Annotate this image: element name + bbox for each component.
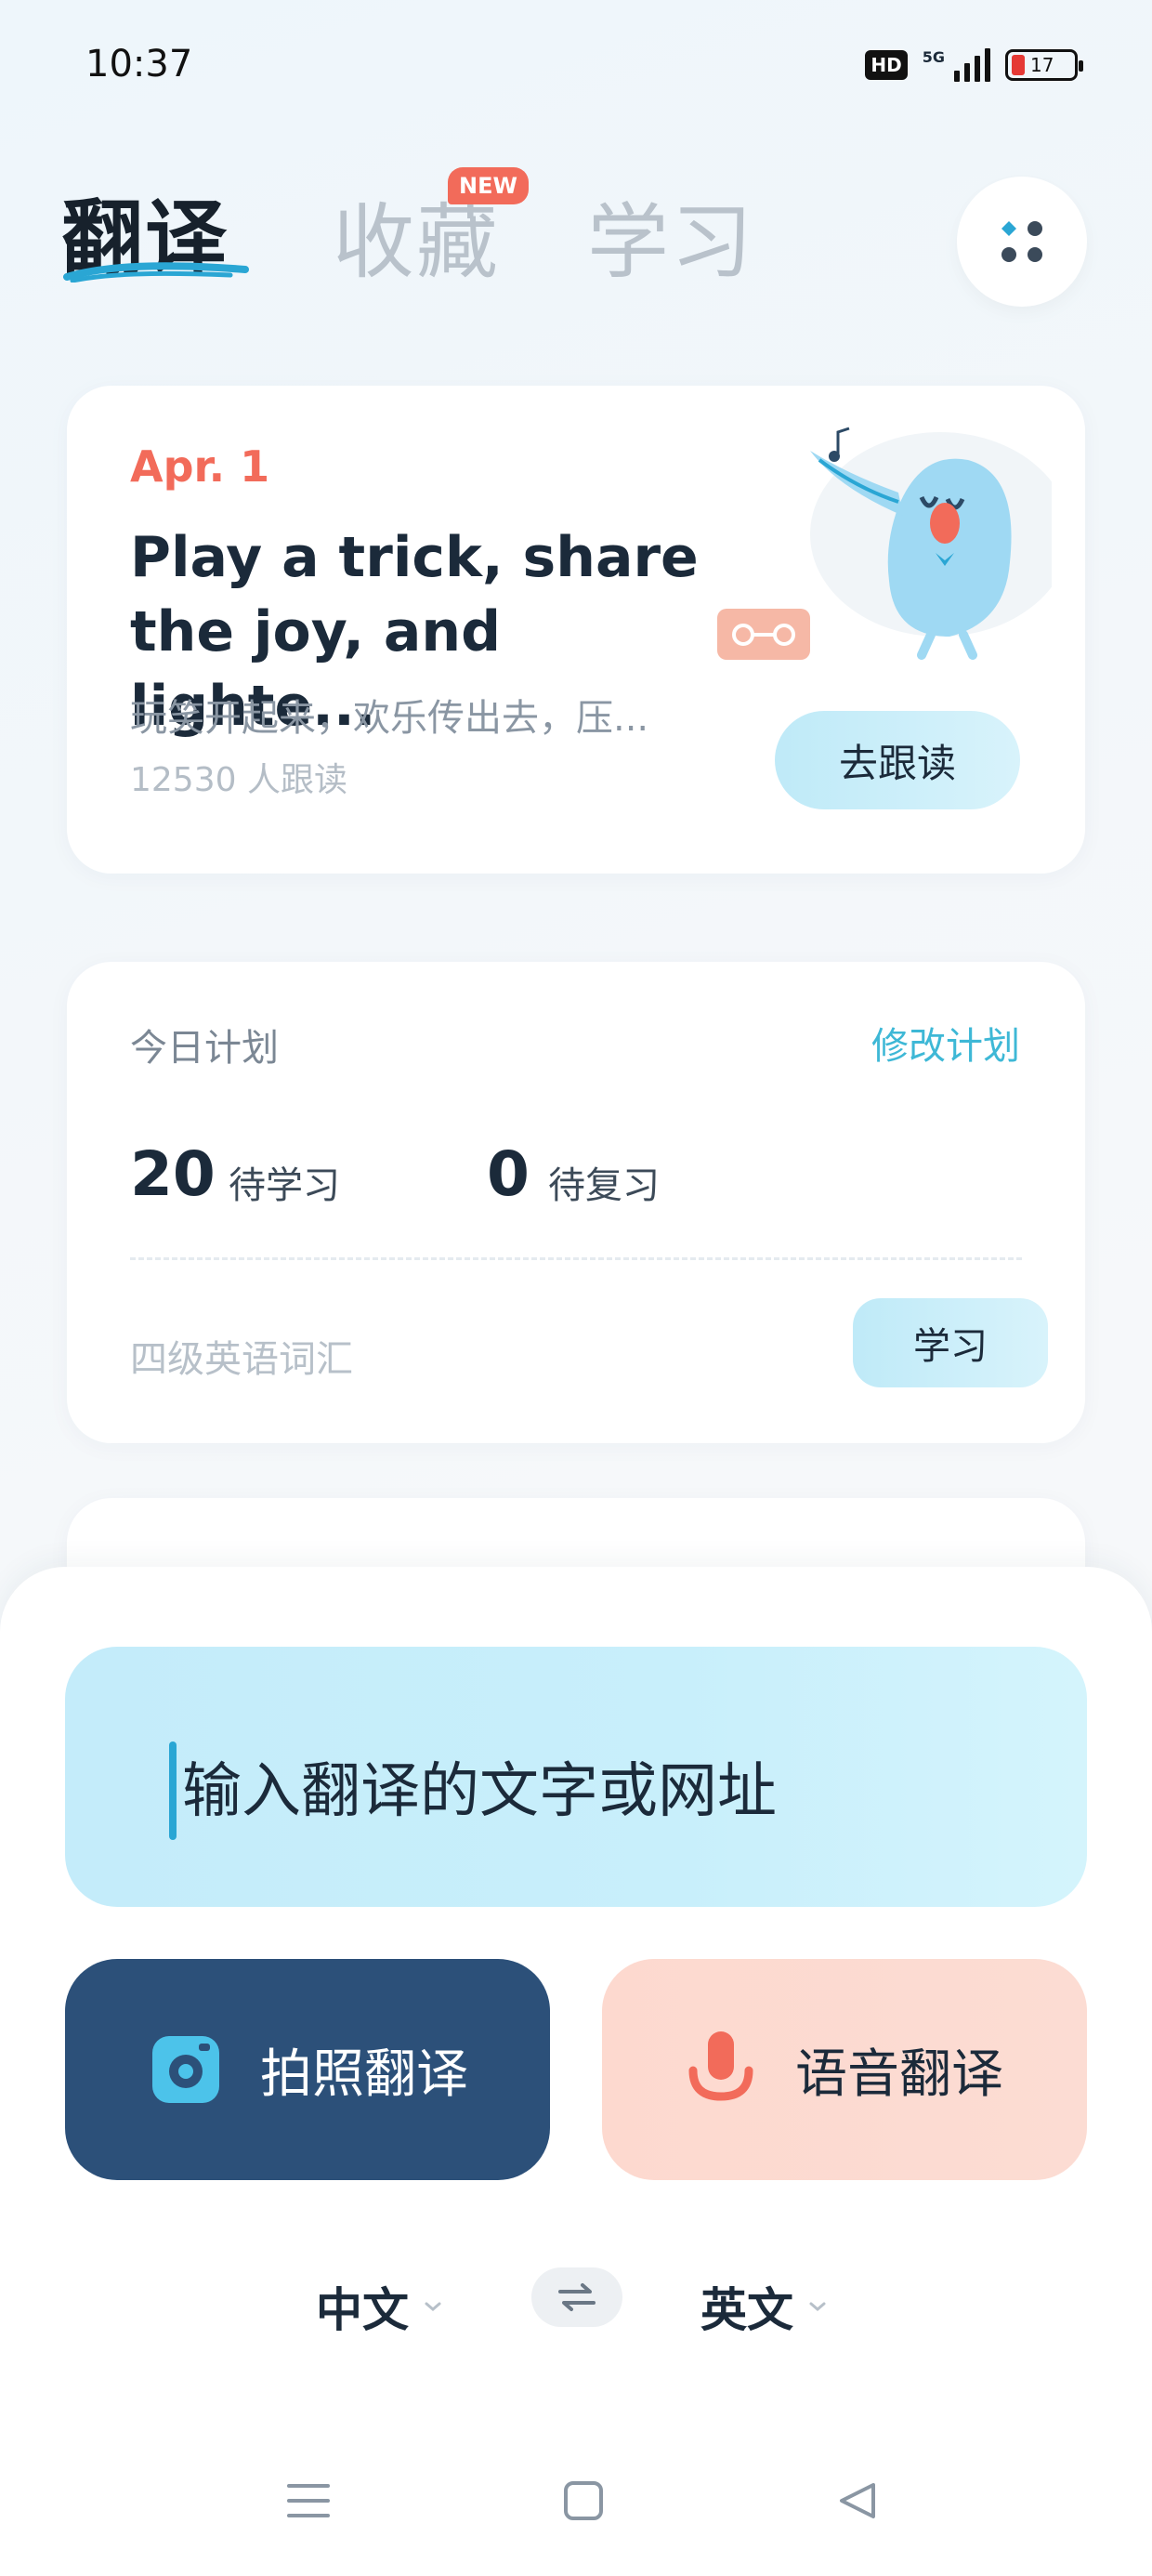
hd-icon: HD xyxy=(865,50,908,80)
to-review-count: 0 xyxy=(487,1138,530,1210)
plan-title: 今日计划 xyxy=(130,1027,279,1070)
signal-icon xyxy=(954,48,990,82)
voice-translate-label: 语音翻译 xyxy=(795,2044,1003,2105)
source-language-label: 中文 xyxy=(316,2283,409,2337)
plan-divider xyxy=(130,1257,1022,1260)
microphone-icon xyxy=(688,2031,753,2101)
to-review-label: 待复习 xyxy=(548,1164,660,1207)
home-button[interactable] xyxy=(551,2468,616,2533)
vocab-book-name[interactable]: 四级英语词汇 xyxy=(130,1329,353,1383)
translate-input-placeholder: 输入翻译的文字或网址 xyxy=(182,1757,777,1826)
source-language-select[interactable]: 中文 xyxy=(316,2273,444,2340)
translate-input[interactable]: 输入翻译的文字或网址 xyxy=(65,1647,1087,1907)
active-tab-underline xyxy=(63,262,249,283)
top-nav: 翻译 收藏 NEW 学习 xyxy=(58,167,1098,307)
square-icon xyxy=(564,2481,603,2520)
voice-translate-button[interactable]: 语音翻译 xyxy=(602,1959,1087,2180)
language-selector: 中文 英文 xyxy=(0,2267,1152,2342)
swap-icon xyxy=(558,2283,596,2311)
photo-translate-button[interactable]: 拍照翻译 xyxy=(65,1959,550,2180)
translate-panel: 输入翻译的文字或网址 拍照翻译 语音翻译 中文 英文 xyxy=(0,1567,1152,2431)
daily-sentence-cn: 玩笑开起来，欢乐传出去，压... xyxy=(130,697,649,740)
recent-apps-button[interactable] xyxy=(276,2468,341,2533)
text-caret xyxy=(169,1741,177,1840)
tab-study[interactable]: 学习 xyxy=(587,177,754,295)
swap-languages-button[interactable] xyxy=(531,2267,622,2327)
chevron-down-icon xyxy=(809,2302,826,2311)
readers-count: 12530 人跟读 xyxy=(130,761,347,799)
menu-lines-icon xyxy=(287,2484,330,2517)
system-nav-bar xyxy=(0,2431,1152,2576)
to-learn-label: 待学习 xyxy=(229,1164,340,1207)
dots-grid-icon xyxy=(1001,221,1042,262)
back-triangle-icon xyxy=(840,2483,875,2518)
status-bar: 10:37 HD 5G 17 xyxy=(0,0,1152,139)
chevron-down-icon xyxy=(425,2302,441,2311)
status-time: 10:37 xyxy=(85,43,193,85)
battery-level: 17 xyxy=(1030,54,1054,76)
today-plan-card: 今日计划 修改计划 20 待学习 0 待复习 四级英语词汇 学习 xyxy=(67,962,1085,1443)
follow-read-button[interactable]: 去跟读 xyxy=(775,711,1020,809)
study-button[interactable]: 学习 xyxy=(853,1298,1048,1387)
back-button[interactable] xyxy=(825,2468,890,2533)
new-badge: NEW xyxy=(448,167,529,204)
status-icons: HD 5G 17 xyxy=(865,48,1083,82)
target-language-select[interactable]: 英文 xyxy=(700,2273,829,2340)
photo-translate-label: 拍照翻译 xyxy=(260,2044,468,2105)
edit-plan-link[interactable]: 修改计划 xyxy=(871,1016,1020,1070)
network-type-label: 5G xyxy=(922,48,945,66)
to-learn-count: 20 xyxy=(130,1138,216,1210)
daily-sentence-card[interactable]: Apr. 1 Play a trick, share the joy, and … xyxy=(67,386,1085,874)
camera-icon xyxy=(152,2036,219,2103)
menu-button[interactable] xyxy=(957,177,1087,307)
singing-bird-illustration xyxy=(717,427,1052,660)
daily-date: Apr. 1 xyxy=(130,441,270,492)
battery-icon: 17 xyxy=(1005,49,1083,81)
target-language-label: 英文 xyxy=(700,2283,793,2337)
